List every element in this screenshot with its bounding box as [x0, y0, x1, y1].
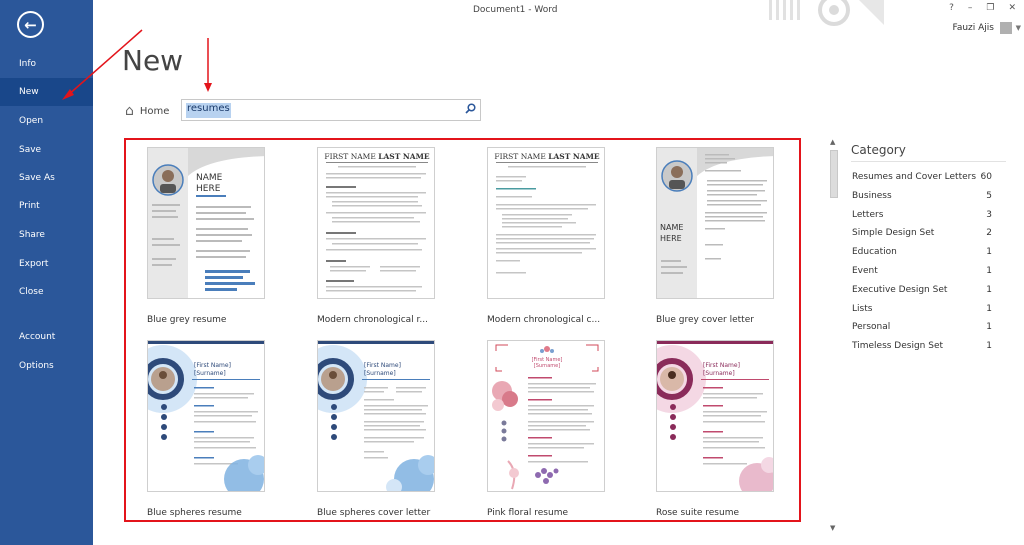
template-thumbnail: [First Name] [Surname]: [147, 340, 265, 492]
template-label: Pink floral resume: [487, 508, 568, 518]
category-item-personal[interactable]: Personal 1: [852, 322, 992, 340]
category-count: 3: [986, 210, 992, 220]
template-thumbnail: NAME HERE: [147, 147, 265, 299]
avatar[interactable]: [1000, 22, 1012, 34]
svg-text:HERE: HERE: [660, 234, 682, 243]
category-count: 1: [986, 266, 992, 276]
category-item-lists[interactable]: Lists 1: [852, 304, 992, 322]
svg-text:[First Name]: [First Name]: [703, 362, 740, 369]
template-thumbnail: NAME HERE: [656, 147, 774, 299]
template-thumbnail: FIRST NAME LAST NAME: [487, 147, 605, 299]
category-item-education[interactable]: Education 1: [852, 247, 992, 265]
category-item-simple-design-set[interactable]: Simple Design Set 2: [852, 228, 992, 246]
category-count: 1: [986, 322, 992, 332]
search-box[interactable]: resumes: [181, 99, 481, 121]
template-label: Blue grey cover letter: [656, 315, 754, 325]
category-heading: Category: [851, 143, 906, 157]
minimize-icon[interactable]: –: [968, 3, 973, 13]
scroll-thumb[interactable]: [830, 150, 838, 198]
category-count: 60: [980, 172, 992, 182]
home-breadcrumb[interactable]: ⌂ Home: [125, 103, 169, 119]
template-thumbnail: [First Name] [Surname]: [656, 340, 774, 492]
category-item-resumes[interactable]: Resumes and Cover Letters 60: [852, 172, 992, 190]
template-thumbnail: FIRST NAME LAST NAME: [317, 147, 435, 299]
svg-text:[First Name]: [First Name]: [364, 362, 401, 369]
svg-text:[Surname]: [Surname]: [703, 370, 735, 377]
category-divider: [851, 161, 1006, 162]
category-count: 1: [986, 341, 992, 351]
svg-text:[Surname]: [Surname]: [194, 370, 226, 377]
svg-text:NAME: NAME: [660, 223, 683, 232]
category-label: Education: [852, 247, 897, 257]
page-title: New: [122, 44, 184, 77]
scroll-up-icon[interactable]: ▲: [830, 138, 835, 146]
svg-text:FIRST NAME LAST NAME: FIRST NAME LAST NAME: [324, 152, 430, 161]
category-count: 1: [986, 304, 992, 314]
sidebar-item-save[interactable]: Save: [0, 136, 93, 164]
template-label: Modern chronological r...: [317, 315, 429, 325]
category-label: Business: [852, 191, 892, 201]
category-label: Executive Design Set: [852, 285, 948, 295]
close-icon[interactable]: ✕: [1008, 3, 1016, 13]
sidebar-item-save-as[interactable]: Save As: [0, 164, 93, 192]
category-label: Resumes and Cover Letters: [852, 172, 977, 182]
sidebar-item-print[interactable]: Print: [0, 192, 93, 220]
category-item-timeless-design-set[interactable]: Timeless Design Set 1: [852, 341, 992, 359]
sidebar-item-info[interactable]: Info: [0, 50, 93, 78]
category-item-event[interactable]: Event 1: [852, 266, 992, 284]
search-icon[interactable]: [465, 103, 476, 117]
chevron-down-icon[interactable]: ▼: [1016, 24, 1021, 32]
sidebar-item-new[interactable]: New: [0, 78, 93, 106]
category-item-letters[interactable]: Letters 3: [852, 210, 992, 228]
category-count: 5: [986, 191, 992, 201]
template-label: Rose suite resume: [656, 508, 739, 518]
back-arrow-icon[interactable]: ←: [17, 11, 44, 38]
category-item-business[interactable]: Business 5: [852, 191, 992, 209]
svg-text:HERE: HERE: [196, 184, 221, 194]
template-label: Blue spheres cover letter: [317, 508, 431, 518]
template-thumbnail: [First Name] [Surname]: [317, 340, 435, 492]
window-controls: ? – ❐ ✕: [949, 3, 1016, 13]
category-label: Letters: [852, 210, 884, 220]
home-label: Home: [139, 105, 170, 117]
sidebar-item-options[interactable]: Options: [0, 352, 93, 380]
category-count: 2: [986, 228, 992, 238]
sidebar-item-share[interactable]: Share: [0, 221, 93, 249]
title-bar: Document1 - Word ? – ❐ ✕ Fauzi Ajis ▼: [93, 0, 1024, 40]
svg-text:[First Name]: [First Name]: [194, 362, 231, 369]
category-count: 1: [986, 285, 992, 295]
category-label: Lists: [852, 304, 873, 314]
template-label: Blue grey resume: [147, 315, 227, 325]
home-icon: ⌂: [125, 103, 134, 119]
template-label: Blue spheres resume: [147, 508, 242, 518]
category-label: Event: [852, 266, 878, 276]
restore-icon[interactable]: ❐: [986, 3, 994, 13]
gallery-scrollbar[interactable]: ▲ ▼: [829, 138, 839, 532]
category-label: Simple Design Set: [852, 228, 935, 238]
window-title: Document1 - Word: [473, 5, 558, 15]
template-label: Modern chronological c...: [487, 315, 601, 325]
decorative-pattern: [769, 0, 884, 26]
sidebar-item-close[interactable]: Close: [0, 278, 93, 306]
sidebar-item-open[interactable]: Open: [0, 107, 93, 135]
svg-text:[Surname]: [Surname]: [534, 363, 560, 369]
svg-text:[Surname]: [Surname]: [364, 370, 396, 377]
scroll-down-icon[interactable]: ▼: [830, 524, 835, 532]
template-thumbnail: [First Name] [Surname]: [487, 340, 605, 492]
sidebar-item-account[interactable]: Account: [0, 323, 93, 351]
svg-text:NAME: NAME: [196, 173, 223, 183]
category-item-executive-design-set[interactable]: Executive Design Set 1: [852, 285, 992, 303]
category-label: Personal: [852, 322, 891, 332]
backstage-sidebar: ← Info New Open Save Save As Print Share…: [0, 0, 93, 545]
category-count: 1: [986, 247, 992, 257]
category-label: Timeless Design Set: [852, 341, 944, 351]
user-name[interactable]: Fauzi Ajis: [952, 23, 994, 33]
svg-text:FIRST NAME LAST NAME: FIRST NAME LAST NAME: [494, 152, 600, 161]
help-icon[interactable]: ?: [949, 3, 954, 13]
search-input[interactable]: resumes: [186, 103, 231, 118]
sidebar-item-export[interactable]: Export: [0, 250, 93, 278]
